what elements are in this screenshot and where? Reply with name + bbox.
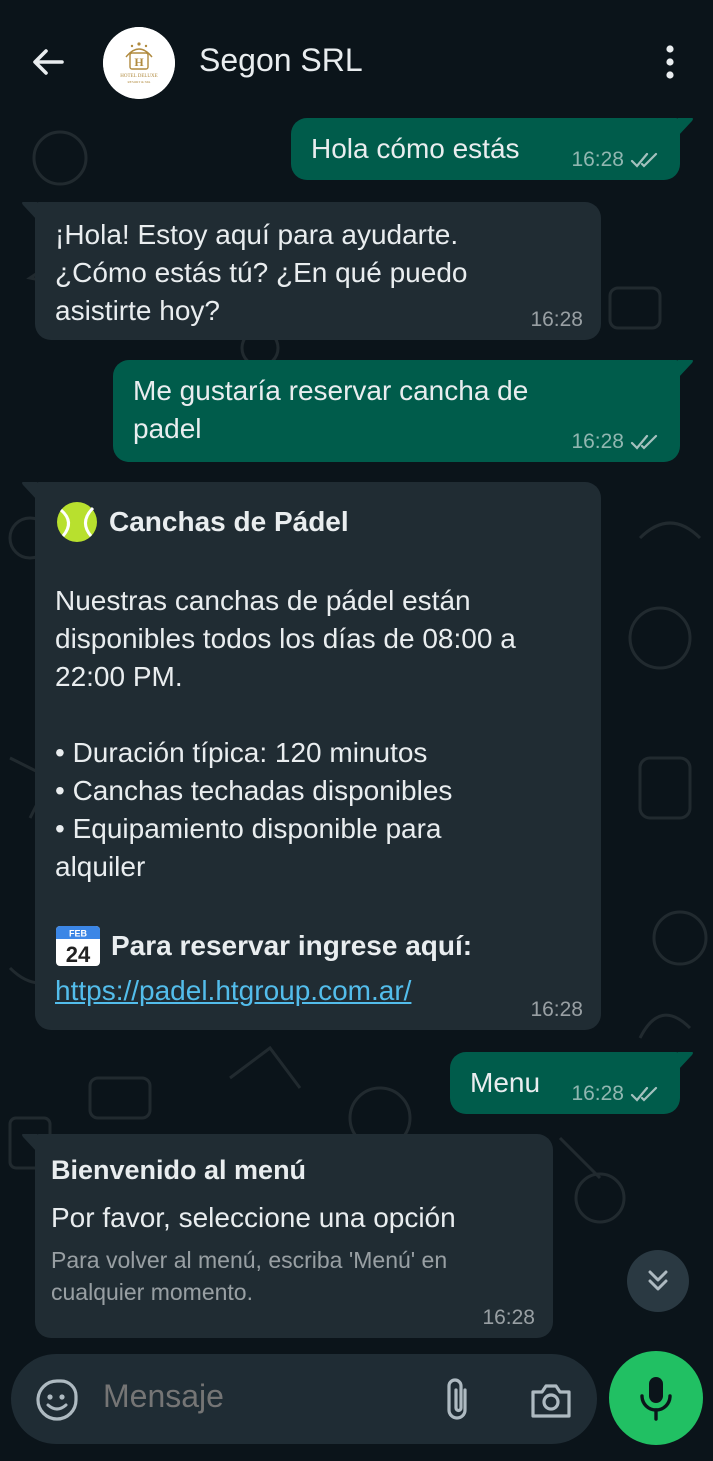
camera-icon[interactable] — [529, 1380, 573, 1420]
message-meta: 16:28 — [571, 148, 662, 172]
message-title: Canchas de Pádel — [109, 506, 349, 537]
bubble-tail — [22, 202, 37, 220]
menu-footer: Para volver al menú, escriba 'Menú' en c… — [51, 1244, 537, 1308]
svg-text:RESORT & SPA: RESORT & SPA — [128, 80, 152, 84]
message-line: disponibles todos los días de 08:00 a — [55, 623, 516, 654]
reserve-row: FEB 24 Para reservar ingrese aquí: — [55, 924, 581, 968]
message-title-row: Canchas de Pádel — [55, 500, 581, 544]
chat-header: H HOTEL DELUXE RESORT & SPA Segon SRL — [0, 0, 713, 118]
more-vertical-icon[interactable] — [652, 42, 688, 82]
message-time: 16:28 — [571, 1082, 624, 1105]
message-composer — [11, 1354, 597, 1444]
reserve-link[interactable]: https://padel.htgroup.com.ar/ — [55, 975, 411, 1006]
message-line: 22:00 PM. — [55, 661, 183, 692]
message-meta: 16:28 — [530, 308, 583, 332]
message-meta: 16:28 — [571, 430, 662, 454]
calendar-icon: FEB 24 — [56, 926, 100, 967]
menu-footer-line: Para volver al menú, escriba 'Menú' en — [51, 1247, 448, 1273]
message-text: Hola cómo estás — [311, 133, 520, 164]
message-line: asistirte hoy? — [55, 295, 220, 326]
message-time: 16:28 — [571, 430, 624, 453]
message-time: 16:28 — [482, 1306, 535, 1329]
avatar[interactable]: H HOTEL DELUXE RESORT & SPA — [103, 27, 175, 99]
double-check-icon — [630, 1086, 658, 1102]
message-line: Nuestras canchas de pádel están — [55, 585, 471, 616]
message-time: 16:28 — [530, 998, 583, 1021]
menu-footer-line: cualquier momento. — [51, 1279, 253, 1305]
message-meta: 16:28 — [571, 1082, 662, 1106]
message-time: 16:28 — [571, 148, 624, 171]
message-input[interactable] — [103, 1378, 403, 1415]
message-line: Me gustaría reservar cancha de — [133, 375, 529, 406]
svg-text:H: H — [134, 55, 144, 69]
paperclip-icon[interactable] — [439, 1376, 475, 1424]
message-bubble-outgoing[interactable]: Me gustaría reservar cancha de padel 16:… — [113, 360, 680, 462]
svg-text:24: 24 — [66, 942, 91, 967]
sticker-icon[interactable] — [35, 1378, 79, 1422]
bubble-tail — [678, 360, 693, 378]
hotel-logo-icon: H HOTEL DELUXE RESORT & SPA — [103, 27, 175, 99]
reserve-label: Para reservar ingrese aquí: — [111, 930, 473, 961]
tennis-ball-icon — [57, 502, 97, 542]
menu-message[interactable]: Bienvenido al menú Por favor, seleccione… — [35, 1134, 553, 1338]
message-bubble-outgoing[interactable]: Menu 16:28 — [450, 1052, 680, 1114]
message-line: ¡Hola! Estoy aquí para ayudarte. — [55, 219, 459, 250]
chat-area[interactable]: Hola cómo estás 16:28 ¡Hola! Estoy aquí … — [0, 118, 713, 1340]
bullet-item: • Duración típica: 120 minutos — [55, 737, 428, 768]
message-line: ¿Cómo estás tú? ¿En qué puedo — [55, 257, 468, 288]
menu-title: Bienvenido al menú — [51, 1155, 307, 1185]
double-check-icon — [630, 152, 658, 168]
svg-text:FEB: FEB — [69, 929, 88, 939]
bullet-item: • Equipamiento disponible para — [55, 813, 442, 844]
message-text: Menu — [470, 1067, 541, 1098]
svg-text:HOTEL DELUXE: HOTEL DELUXE — [120, 74, 157, 79]
message-time: 16:28 — [530, 308, 583, 331]
bubble-tail — [678, 1052, 693, 1070]
back-arrow-icon[interactable] — [28, 42, 68, 82]
menu-body: Por favor, seleccione una opción — [51, 1202, 456, 1233]
bubble-tail — [22, 1134, 37, 1152]
bullet-item: • Canchas techadas disponibles — [55, 775, 453, 806]
message-bubble-outgoing[interactable]: Hola cómo estás 16:28 — [291, 118, 680, 180]
microphone-button[interactable] — [609, 1351, 703, 1445]
chevron-double-down-icon — [648, 1270, 668, 1291]
bubble-tail — [22, 482, 37, 500]
double-check-icon — [630, 434, 658, 450]
bubble-tail — [678, 118, 693, 136]
scroll-down-button[interactable] — [627, 1250, 689, 1312]
message-bubble-incoming[interactable]: Canchas de Pádel Nuestras canchas de pád… — [35, 482, 601, 1030]
message-meta: 16:28 — [482, 1306, 535, 1330]
contact-name[interactable]: Segon SRL — [199, 42, 363, 79]
bullet-item: alquiler — [55, 851, 146, 882]
message-bubble-incoming[interactable]: ¡Hola! Estoy aquí para ayudarte. ¿Cómo e… — [35, 202, 601, 340]
message-meta: 16:28 — [530, 998, 583, 1022]
microphone-icon — [640, 1377, 672, 1421]
